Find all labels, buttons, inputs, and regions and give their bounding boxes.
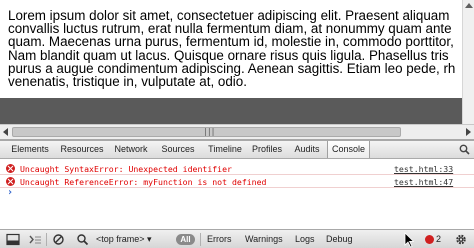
filter-all-button[interactable]: All	[176, 234, 195, 245]
tab-console[interactable]: Console	[327, 141, 370, 158]
console-prompt[interactable]: ›	[7, 187, 13, 198]
frame-selector[interactable]: <top frame> ▾	[96, 230, 152, 248]
status-separator	[46, 233, 47, 246]
error-icon	[6, 177, 15, 186]
source-link[interactable]: test.html:33	[394, 163, 453, 175]
console-output[interactable]: Uncaught SyntaxError: Unexpected identif…	[0, 159, 474, 229]
error-count[interactable]: 2	[436, 230, 441, 248]
tab-sources[interactable]: Sources	[155, 141, 201, 158]
scrollbar-grip: |||	[203, 127, 215, 136]
console-drawer-icon[interactable]	[28, 233, 42, 246]
page-empty-area	[0, 98, 474, 124]
filter-warnings-button[interactable]: Warnings	[245, 230, 283, 248]
vertical-scrollbar[interactable]	[462, 0, 474, 124]
console-message-text: Uncaught ReferenceError: myFunction is n…	[20, 177, 267, 187]
page-line: venenatis, tristique in, vulputate at, o…	[8, 73, 247, 89]
tab-network[interactable]: Network	[108, 141, 154, 158]
tab-elements[interactable]: Elements	[4, 141, 56, 158]
status-bar: <top frame> ▾ All Errors Warnings Logs D…	[0, 229, 474, 248]
page-line: quam. Maecenas urna purus, fermentum id,…	[8, 34, 454, 50]
console-message: Uncaught ReferenceError: myFunction is n…	[0, 176, 474, 188]
scroll-left-arrow-icon[interactable]	[3, 128, 8, 136]
page-paragraph: Lorem ipsum dolor sit amet, consectetuer…	[8, 9, 470, 89]
page-line: purus a augue condimentum adipiscing. Ae…	[8, 60, 456, 76]
clear-console-icon[interactable]	[52, 233, 65, 246]
mouse-cursor-icon	[404, 232, 414, 248]
scroll-right-arrow-icon[interactable]	[466, 128, 471, 136]
devtools-tab-bar: Elements Resources Network Sources Timel…	[0, 141, 474, 159]
error-icon	[6, 164, 15, 173]
chevron-down-icon: ▾	[147, 234, 152, 244]
search-icon[interactable]	[459, 144, 470, 155]
filter-logs-button[interactable]: Logs	[295, 230, 315, 248]
scroll-up-arrow-icon[interactable]	[465, 3, 473, 8]
tab-timeline[interactable]: Timeline	[203, 141, 247, 158]
dock-icon[interactable]	[6, 233, 20, 246]
filter-debug-button[interactable]: Debug	[326, 230, 353, 248]
settings-gear-icon[interactable]	[454, 233, 468, 246]
search-icon[interactable]	[76, 233, 89, 246]
source-link[interactable]: test.html:47	[394, 176, 453, 188]
page-line: Nam blandit quam ut lacus. Quisque ornar…	[8, 47, 449, 63]
console-message-text: Uncaught SyntaxError: Unexpected identif…	[20, 164, 232, 174]
tab-resources[interactable]: Resources	[57, 141, 107, 158]
horizontal-scrollbar[interactable]: |||	[0, 124, 474, 139]
tab-profiles[interactable]: Profiles	[248, 141, 286, 158]
status-separator	[200, 233, 201, 246]
filter-errors-button[interactable]: Errors	[207, 230, 232, 248]
frame-selector-label: <top frame>	[96, 234, 145, 244]
console-message: Uncaught SyntaxError: Unexpected identif…	[0, 163, 474, 175]
web-page-viewport: Lorem ipsum dolor sit amet, consectetuer…	[0, 0, 474, 98]
tab-audits[interactable]: Audits	[288, 141, 326, 158]
error-icon	[425, 235, 434, 244]
